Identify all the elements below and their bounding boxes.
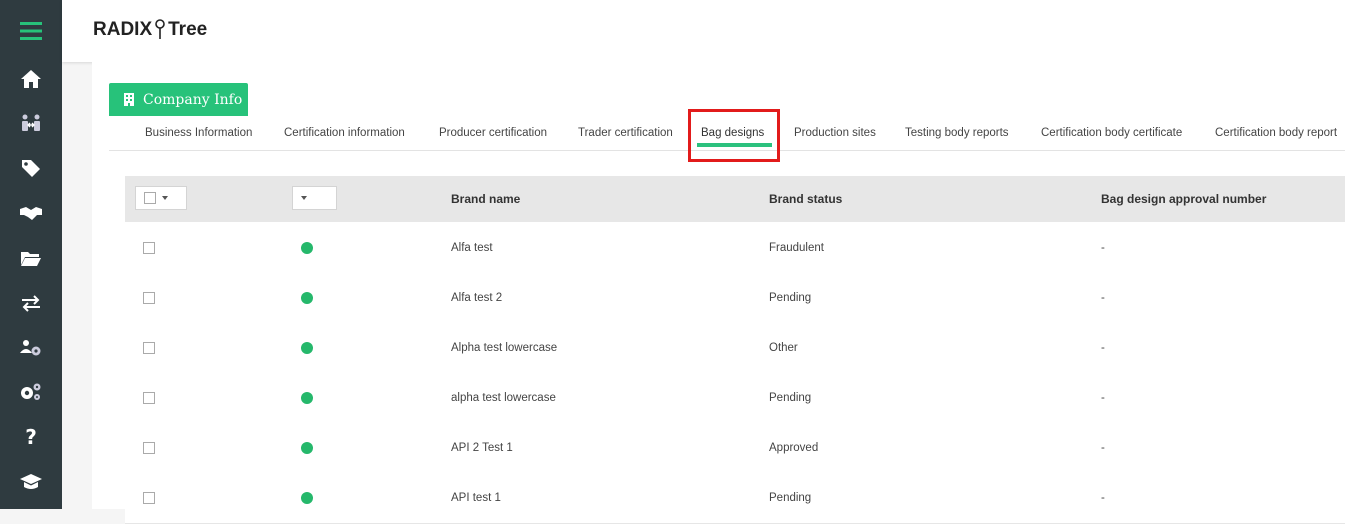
select-all-dropdown[interactable] [135,186,187,210]
tab-certification-information[interactable]: Certification information [284,116,405,150]
tab-certification-body-certificate[interactable]: Certification body certificate [1041,116,1182,150]
approval-number-cell: - [1101,492,1105,504]
app-logo[interactable]: RADIX Tree [93,19,207,41]
column-header-brand-status[interactable]: Brand status [769,176,842,222]
chevron-down-icon [162,196,168,200]
brand-name-cell: API test 1 [451,492,501,504]
chevron-down-icon [301,196,307,200]
sidebar-item-tags[interactable] [0,146,62,190]
table-row[interactable]: Alpha test lowercase Other - [125,323,1345,374]
brand-name-cell: alpha test lowercase [451,392,556,404]
tab-company-info[interactable]: Company Info [109,83,248,116]
row-checkbox[interactable] [143,242,155,254]
sidebar-item-transactions[interactable] [0,281,62,325]
handshake-icon [20,207,42,220]
row-checkbox[interactable] [143,292,155,304]
table-row[interactable]: API 2 Test 1 Approved - [125,423,1345,474]
table-row[interactable]: alpha test lowercase Pending - [125,373,1345,424]
row-checkbox[interactable] [143,342,155,354]
status-indicator [301,342,313,354]
table-row[interactable]: Alfa test 2 Pending - [125,273,1345,324]
approval-number-cell: - [1101,442,1105,454]
approval-number-cell: - [1101,242,1105,254]
hamburger-icon [20,22,42,40]
status-indicator [301,442,313,454]
transport-icon [22,114,40,131]
row-checkbox[interactable] [143,492,155,504]
tags-icon [22,160,40,177]
menu-toggle-button[interactable] [0,0,62,62]
tab-producer-certification[interactable]: Producer certification [439,116,547,150]
location-pin-icon [155,19,165,39]
building-icon [123,93,135,106]
brand-name-cell: Alfa test 2 [451,292,503,304]
help-icon: ? [25,426,37,448]
sidebar-item-home[interactable] [0,57,62,101]
table-header: Brand name Brand status Bag design appro… [125,176,1345,222]
tab-production-sites[interactable]: Production sites [794,116,876,150]
status-indicator [301,292,313,304]
approval-number-cell: - [1101,392,1105,404]
tab-business-information[interactable]: Business Information [145,116,252,150]
brand-left: RADIX [93,19,153,40]
table-row[interactable]: Alfa test Fraudulent - [125,223,1345,274]
users-settings-icon [20,340,41,356]
column-header-brand-name[interactable]: Brand name [451,176,520,222]
row-checkbox[interactable] [143,442,155,454]
folder-icon [21,252,41,266]
select-all-checkbox[interactable] [144,192,156,204]
sidebar-item-user-management[interactable] [0,326,62,370]
sidebar-item-help[interactable]: ? [0,415,62,459]
brand-name-cell: API 2 Test 1 [451,442,513,454]
sidebar-item-documents[interactable] [0,236,62,280]
home-icon [21,70,41,88]
brand-name-cell: Alfa test [451,242,493,254]
status-indicator [301,392,313,404]
brand-status-cell: Pending [769,492,812,504]
company-tab-label: Company Info [143,91,243,108]
tab-trader-certification[interactable]: Trader certification [578,116,673,150]
row-checkbox[interactable] [143,392,155,404]
brand-name-cell: Alpha test lowercase [451,342,558,354]
svg-text:?: ? [25,426,37,448]
column-header-approval-number[interactable]: Bag design approval number [1101,176,1266,222]
brand-status-cell: Approved [769,442,819,454]
brand-status-cell: Fraudulent [769,242,824,254]
sidebar-item-settings[interactable] [0,370,62,414]
gears-icon [21,383,41,400]
approval-number-cell: - [1101,292,1105,304]
sidebar-item-transport[interactable] [0,101,62,145]
approval-number-cell: - [1101,342,1105,354]
sidebar-item-training[interactable] [0,460,62,504]
exchange-icon [22,295,40,312]
status-indicator [301,492,313,504]
brand-status-cell: Pending [769,292,812,304]
status-indicator [301,242,313,254]
top-header: RADIX Tree [62,0,1345,62]
sidebar: ? [0,0,62,509]
brand-status-cell: Other [769,342,798,354]
table-row[interactable]: API test 1 Pending - [125,473,1345,524]
annotation-highlight-box [688,109,780,162]
graduation-cap-icon [20,474,42,489]
tab-testing-body-reports[interactable]: Testing body reports [905,116,1009,150]
brand-status-cell: Pending [769,392,812,404]
status-filter-dropdown[interactable] [292,186,337,210]
sidebar-item-partners[interactable] [0,191,62,235]
brand-right: Tree [168,19,208,40]
tab-certification-body-report[interactable]: Certification body report [1215,116,1337,150]
